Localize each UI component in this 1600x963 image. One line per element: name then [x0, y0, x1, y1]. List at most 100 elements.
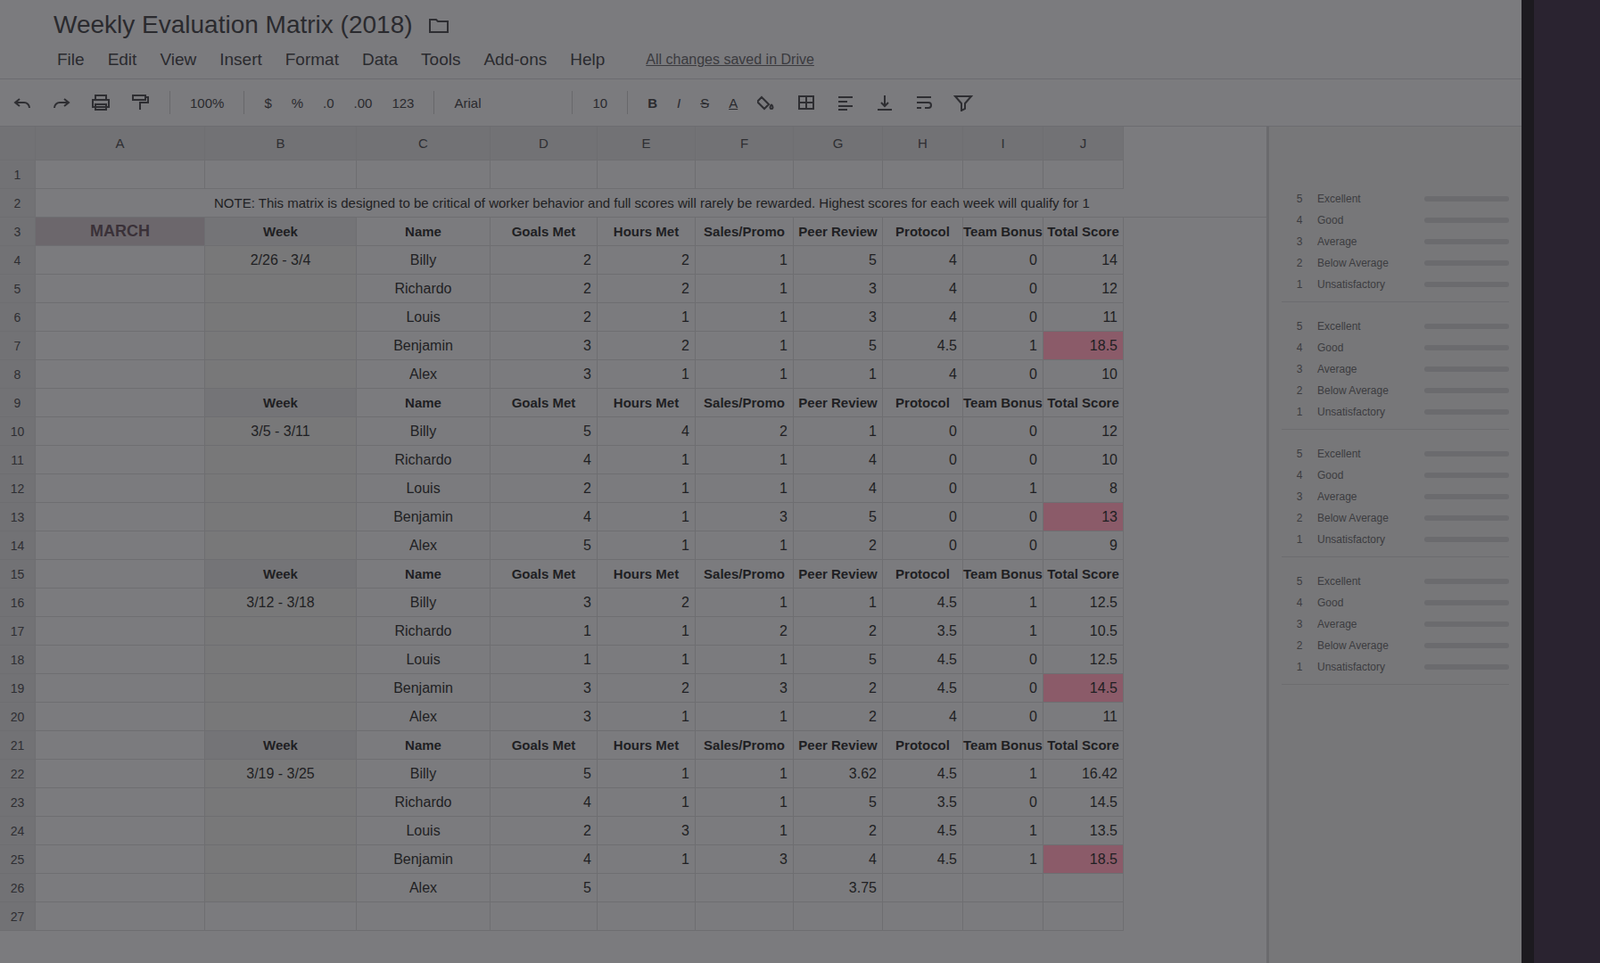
legend-score[interactable]: 1 [1281, 660, 1318, 674]
score-cell[interactable]: 2 [793, 816, 883, 846]
column-header[interactable]: F [695, 126, 794, 161]
score-cell[interactable]: 3 [695, 503, 794, 532]
cell[interactable] [963, 902, 1044, 932]
cell[interactable] [35, 731, 206, 760]
cell[interactable] [35, 331, 206, 361]
legend-score[interactable]: 1 [1281, 405, 1318, 419]
column-header[interactable]: C [356, 126, 491, 161]
legend-score[interactable]: 4 [1281, 214, 1318, 227]
score-cell[interactable]: 1 [963, 816, 1044, 846]
cell[interactable] [35, 788, 206, 817]
week-dates[interactable]: 2/26 - 3/4 [205, 246, 357, 275]
score-cell[interactable]: 2 [490, 816, 598, 846]
score-cell[interactable]: 1 [963, 588, 1044, 618]
score-cell[interactable]: 0 [963, 274, 1044, 304]
score-cell[interactable]: 0 [963, 531, 1044, 561]
cell[interactable] [356, 160, 491, 190]
legend-label[interactable]: Excellent [1317, 192, 1425, 206]
score-cell[interactable]: 1 [695, 788, 794, 817]
score-cell[interactable]: 0 [963, 445, 1044, 475]
legend-label[interactable]: Good [1317, 214, 1425, 227]
legend-label[interactable]: Good [1317, 469, 1425, 482]
employee-name[interactable]: Louis [356, 303, 491, 332]
score-cell[interactable]: 3 [793, 303, 883, 332]
cell[interactable] [35, 845, 206, 875]
column-label[interactable]: Goals Met [490, 560, 598, 589]
score-cell[interactable]: 3 [490, 588, 598, 618]
row-number[interactable]: 19 [0, 674, 36, 703]
cell[interactable] [205, 503, 357, 532]
score-cell[interactable]: 1 [597, 531, 696, 561]
score-cell[interactable]: 1 [490, 617, 598, 646]
cell[interactable] [1043, 160, 1124, 190]
score-cell[interactable]: 4 [882, 702, 964, 732]
cell[interactable] [882, 902, 964, 932]
legend-label[interactable]: Average [1317, 235, 1425, 248]
filter-icon[interactable] [953, 93, 974, 112]
score-cell[interactable]: 4 [490, 845, 598, 875]
cell[interactable] [205, 645, 357, 675]
score-cell[interactable]: 3 [597, 816, 696, 846]
row-number[interactable]: 5 [0, 274, 36, 304]
week-dates[interactable]: 3/19 - 3/25 [205, 759, 357, 789]
cell[interactable] [35, 474, 206, 504]
row-number[interactable]: 20 [0, 702, 36, 732]
score-cell[interactable]: 3 [490, 702, 598, 732]
total-score-cell[interactable]: 10.5 [1043, 617, 1124, 646]
column-label[interactable]: Peer Review [793, 731, 883, 760]
cell[interactable] [35, 588, 206, 618]
column-header[interactable]: G [793, 126, 883, 161]
cell[interactable] [35, 388, 206, 418]
column-header[interactable]: J [1043, 126, 1124, 161]
legend-score[interactable]: 3 [1281, 618, 1318, 631]
total-score-cell[interactable]: 11 [1043, 702, 1124, 732]
menu-item[interactable]: View [159, 49, 197, 70]
column-header[interactable]: E [597, 126, 696, 161]
document-title[interactable]: Weekly Evaluation Matrix (2018) [53, 10, 413, 40]
legend-label[interactable]: Average [1317, 490, 1425, 504]
score-cell[interactable]: 4 [793, 845, 883, 875]
column-label[interactable]: Protocol [882, 217, 964, 247]
column-label[interactable]: Sales/Promo [695, 731, 794, 760]
menu-item[interactable]: File [57, 49, 85, 70]
row-number[interactable]: 11 [0, 445, 36, 475]
score-cell[interactable]: 2 [793, 617, 883, 646]
score-cell[interactable]: 1 [597, 360, 696, 389]
employee-name[interactable]: Benjamin [356, 331, 491, 361]
cell[interactable] [490, 902, 598, 932]
score-cell[interactable]: 2 [695, 417, 794, 446]
score-cell[interactable]: 0 [963, 303, 1044, 332]
total-score-cell[interactable]: 12.5 [1043, 645, 1124, 675]
score-cell[interactable]: 4 [490, 788, 598, 817]
score-cell[interactable]: 1 [597, 788, 696, 817]
score-cell[interactable]: 1 [963, 474, 1044, 504]
score-cell[interactable]: 4.5 [882, 645, 964, 675]
cell[interactable] [597, 902, 696, 932]
row-number[interactable]: 12 [0, 474, 36, 504]
total-score-cell[interactable]: 8 [1043, 474, 1124, 504]
zoom-select[interactable]: 100% [189, 95, 224, 111]
column-label[interactable]: Sales/Promo [695, 217, 794, 247]
corner-cell[interactable] [0, 126, 36, 161]
employee-name[interactable]: Alex [356, 360, 491, 389]
legend-score[interactable]: 2 [1281, 384, 1318, 397]
score-cell[interactable]: 5 [793, 645, 883, 675]
legend-score[interactable]: 5 [1281, 192, 1318, 206]
score-cell[interactable]: 1 [695, 759, 794, 789]
employee-name[interactable]: Louis [356, 816, 491, 846]
row-number[interactable]: 23 [0, 788, 36, 817]
legend-label[interactable]: Excellent [1317, 447, 1425, 461]
cell[interactable] [35, 816, 206, 846]
score-cell[interactable]: 4.5 [882, 588, 964, 618]
cell[interactable] [205, 816, 357, 846]
row-number[interactable]: 22 [0, 759, 36, 789]
column-label[interactable]: Protocol [882, 388, 964, 418]
legend-label[interactable]: Below Average [1317, 511, 1425, 525]
wrap-icon[interactable] [914, 93, 934, 112]
column-label[interactable]: Team Bonus [963, 731, 1044, 760]
score-cell[interactable]: 3 [793, 274, 883, 304]
legend-score[interactable]: 4 [1281, 341, 1318, 355]
column-header[interactable]: D [490, 126, 598, 161]
cell[interactable] [205, 874, 357, 903]
column-label[interactable]: Sales/Promo [695, 560, 794, 589]
